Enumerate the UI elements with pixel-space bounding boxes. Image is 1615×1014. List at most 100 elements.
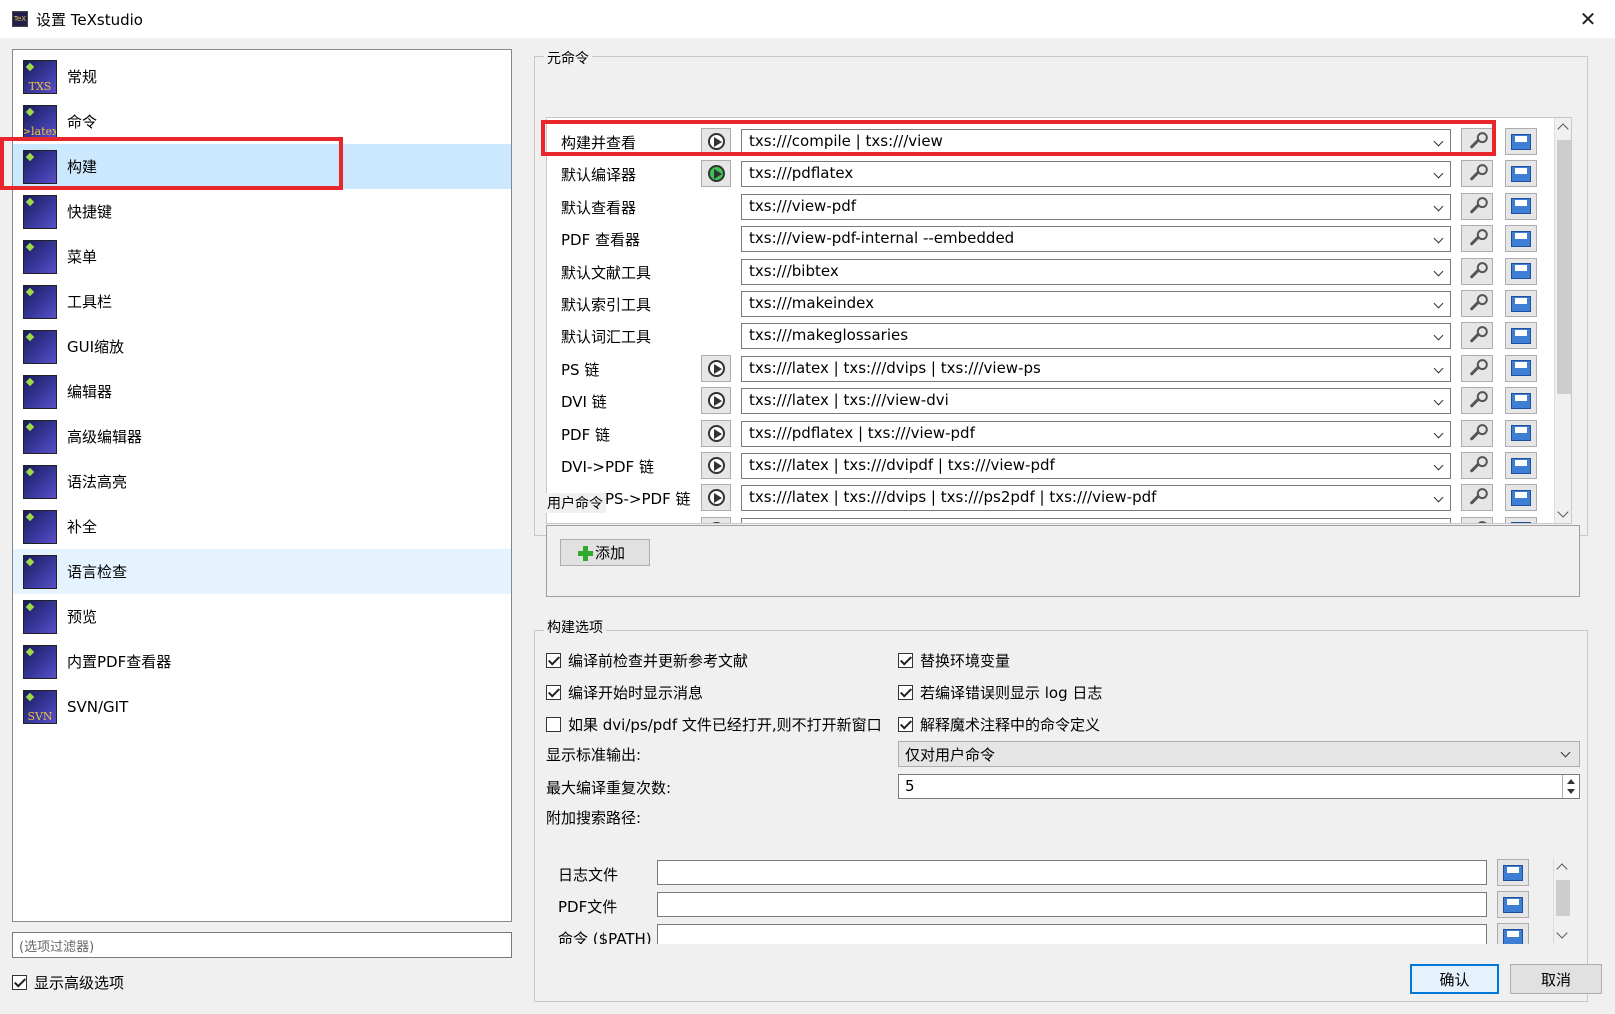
nav-item-14[interactable]: SVN SVN/GIT: [13, 684, 511, 729]
build-option-checkbox[interactable]: [898, 653, 913, 668]
build-option-checks_left-1[interactable]: 编译开始时显示消息: [546, 682, 703, 703]
add-user-command-button[interactable]: 添加: [560, 539, 650, 566]
run-command-button[interactable]: [701, 452, 731, 479]
configure-command-button[interactable]: [1461, 290, 1493, 317]
build-option-checkbox[interactable]: [546, 685, 561, 700]
build-option-checks_left-0[interactable]: 编译前检查并更新参考文献: [546, 650, 748, 671]
nav-item-0[interactable]: TXS 常规: [13, 54, 511, 99]
chevron-down-icon[interactable]: [1433, 460, 1444, 471]
select-program-button[interactable]: [1505, 354, 1537, 382]
nav-item-3[interactable]: 快捷键: [13, 189, 511, 234]
build-option-checks_right-1[interactable]: 若编译错误则显示 log 日志: [898, 682, 1102, 703]
meta-command-combo[interactable]: txs:///latex | txs:///dvipdf | txs:///vi…: [741, 453, 1451, 479]
configure-command-button[interactable]: [1461, 452, 1493, 479]
nav-item-10[interactable]: 补全: [13, 504, 511, 549]
select-program-button[interactable]: [1505, 128, 1537, 155]
configure-command-button[interactable]: [1461, 257, 1493, 285]
spin-down-icon[interactable]: [1567, 789, 1575, 794]
run-command-button[interactable]: [701, 387, 731, 415]
nav-item-8[interactable]: 高级编辑器: [13, 414, 511, 459]
configure-command-button[interactable]: [1461, 322, 1493, 350]
nav-item-12[interactable]: 预览: [13, 594, 511, 639]
build-option-checkbox[interactable]: [546, 717, 561, 732]
build-option-checks_right-0[interactable]: 替换环境变量: [898, 650, 1010, 671]
close-icon[interactable]: ✕: [1571, 4, 1605, 34]
meta-command-combo[interactable]: txs:///makeglossaries: [741, 323, 1451, 350]
configure-command-button[interactable]: [1461, 387, 1493, 415]
nav-item-9[interactable]: 语法高亮: [13, 459, 511, 504]
show-advanced-checkbox[interactable]: [12, 975, 27, 990]
run-command-button[interactable]: [701, 516, 731, 523]
select-program-button[interactable]: [1505, 387, 1537, 415]
build-option-checkbox[interactable]: [898, 717, 913, 732]
select-program-button[interactable]: [1505, 160, 1537, 188]
select-program-button[interactable]: [1505, 192, 1537, 220]
chevron-down-icon[interactable]: [1433, 233, 1444, 244]
build-option-checks_right-2[interactable]: 解释魔术注释中的命令定义: [898, 714, 1100, 735]
scroll-down-icon[interactable]: [1556, 927, 1568, 939]
select-program-button[interactable]: [1505, 452, 1537, 479]
meta-command-combo[interactable]: txs:///pdflatex: [741, 161, 1451, 188]
configure-command-button[interactable]: [1461, 225, 1493, 253]
search-paths-scrollbar[interactable]: [1553, 858, 1571, 944]
nav-item-7[interactable]: 编辑器: [13, 369, 511, 414]
chevron-down-icon[interactable]: [1433, 266, 1444, 277]
confirm-button[interactable]: 确认: [1410, 964, 1499, 994]
meta-command-combo[interactable]: txs:///latex | txs:///dvips | txs:///ps2…: [741, 485, 1451, 512]
option-filter-input[interactable]: (选项过滤器): [12, 932, 512, 958]
meta-command-combo[interactable]: txs:///pdflatex | txs:///view-pdf: [741, 420, 1451, 447]
configure-command-button[interactable]: [1461, 419, 1493, 447]
search-path-input[interactable]: [657, 860, 1487, 885]
configure-command-button[interactable]: [1461, 354, 1493, 382]
select-program-button[interactable]: [1505, 225, 1537, 253]
chevron-down-icon[interactable]: [1433, 395, 1444, 406]
max-repeat-spinbox[interactable]: 5: [898, 774, 1580, 799]
spin-buttons[interactable]: [1562, 775, 1579, 798]
chevron-down-icon[interactable]: [1433, 168, 1444, 179]
configure-command-button[interactable]: [1461, 192, 1493, 220]
build-option-checkbox[interactable]: [898, 685, 913, 700]
select-program-button[interactable]: [1505, 290, 1537, 317]
scroll-up-icon[interactable]: [1556, 863, 1568, 875]
meta-command-combo[interactable]: txs:///latex | txs:///view-dvi: [741, 388, 1451, 415]
build-option-checkbox[interactable]: [546, 653, 561, 668]
nav-item-6[interactable]: GUI缩放: [13, 324, 511, 369]
configure-command-button[interactable]: [1461, 484, 1493, 512]
scroll-up-icon[interactable]: [1557, 123, 1569, 135]
run-command-button[interactable]: [701, 354, 731, 382]
browse-path-button[interactable]: [1497, 923, 1529, 944]
nav-item-4[interactable]: 菜单: [13, 234, 511, 279]
run-command-button[interactable]: [701, 160, 731, 188]
spin-up-icon[interactable]: [1567, 779, 1575, 784]
chevron-down-icon[interactable]: [1433, 298, 1444, 309]
configure-command-button[interactable]: [1461, 160, 1493, 188]
select-program-button[interactable]: [1505, 419, 1537, 447]
search-path-input[interactable]: [657, 892, 1487, 917]
cancel-button[interactable]: 取消: [1510, 964, 1602, 994]
chevron-down-icon[interactable]: [1433, 428, 1444, 439]
browse-path-button[interactable]: [1497, 859, 1529, 886]
build-option-checks_left-2[interactable]: 如果 dvi/ps/pdf 文件已经打开,则不打开新窗口: [546, 714, 882, 735]
browse-path-button[interactable]: [1497, 891, 1529, 918]
search-path-input[interactable]: [657, 924, 1487, 944]
chevron-down-icon[interactable]: [1433, 363, 1444, 374]
meta-command-combo[interactable]: txs:///bibtex: [741, 258, 1451, 285]
meta-command-combo[interactable]: txs:///view-pdf: [741, 193, 1451, 220]
run-command-button[interactable]: [701, 419, 731, 447]
select-program-button[interactable]: [1505, 322, 1537, 350]
select-program-button[interactable]: [1505, 484, 1537, 512]
nav-item-11[interactable]: 语言检查: [13, 549, 511, 594]
configure-command-button[interactable]: [1461, 516, 1493, 523]
meta-command-combo[interactable]: txs:///latex | txs:///dvips | txs:///vie…: [741, 355, 1451, 382]
scroll-down-icon[interactable]: [1557, 506, 1569, 518]
run-command-button[interactable]: [701, 484, 731, 512]
chevron-down-icon[interactable]: [1433, 330, 1444, 341]
select-program-button[interactable]: [1505, 516, 1537, 523]
stdout-select[interactable]: 仅对用户命令: [898, 741, 1580, 767]
nav-item-5[interactable]: 工具栏: [13, 279, 511, 324]
scrollbar-thumb[interactable]: [1556, 880, 1570, 916]
meta-command-combo[interactable]: txs:///view-pdf-internal --embedded: [741, 226, 1451, 253]
meta-command-combo[interactable]: [741, 517, 1451, 523]
scrollbar-thumb[interactable]: [1557, 140, 1571, 394]
select-program-button[interactable]: [1505, 257, 1537, 285]
